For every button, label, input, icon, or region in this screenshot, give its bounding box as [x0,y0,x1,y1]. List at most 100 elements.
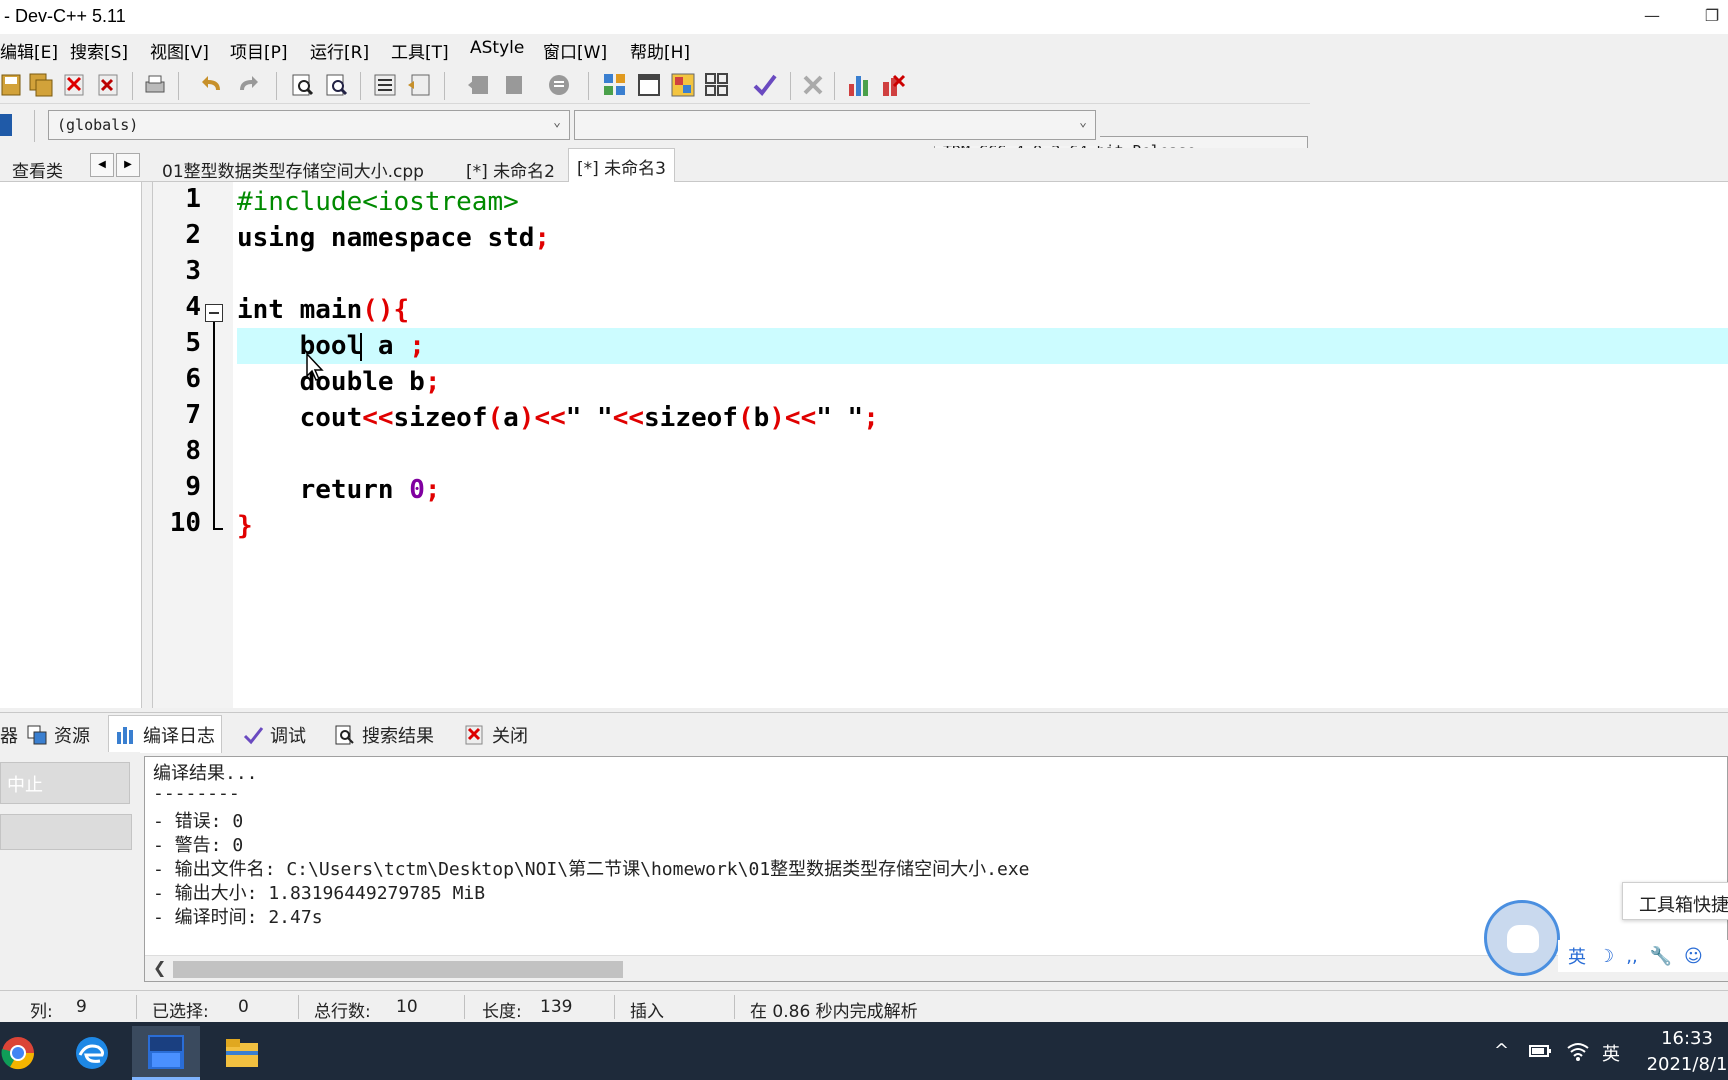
rebuild-icon[interactable] [704,72,730,98]
editor-tabs: 查看类 ◀ ▶ 01整型数据类型存储空间大小.cpp [*] 未命名2 [*] … [0,148,1728,183]
code-symbol: << [784,403,817,433]
menu-view[interactable]: 视图[V] [150,38,209,63]
close-file-icon[interactable] [62,72,88,98]
menu-search[interactable]: 搜索[S] [70,38,128,63]
tab-file-2[interactable]: [*] 未命名2 [458,152,563,182]
tab-compile-log[interactable]: 编译日志 [108,715,222,753]
code-line-7: cout<<sizeof(a)<<" "<<sizeof(b)<<" "; [237,400,1728,436]
class-toolbar: (globals) ⌄ ⌄ [0,106,1100,146]
ime-language-icon[interactable]: 英 [1568,943,1586,969]
profile-icon[interactable] [846,72,872,98]
line-number-gutter: 1 2 3 4 5 6 7 8 9 10 [153,182,233,708]
stop-icon[interactable] [800,72,826,98]
code-symbol: << [534,403,566,433]
fold-collapse-icon[interactable] [205,304,223,322]
status-lines-label: 总行数: [314,1002,371,1022]
member-select[interactable]: ⌄ [574,110,1096,140]
scope-select[interactable]: (globals) ⌄ [48,110,570,140]
back-icon[interactable] [466,72,492,98]
menu-astyle[interactable]: AStyle [470,38,524,58]
menu-tools[interactable]: 工具[T] [391,38,449,63]
code-text: a [362,331,410,361]
code-editor[interactable]: 1 2 3 4 5 6 7 8 9 10 #include<iostream> … [152,182,1728,708]
undo-icon[interactable] [200,72,226,98]
code-text: bool [237,331,363,361]
log-line: 编译结果... [153,763,258,784]
ime-moon-icon[interactable]: ☽ [1598,946,1614,967]
line-number: 2 [185,220,201,250]
bookmark-icon[interactable] [546,72,572,98]
chrome-app-icon[interactable] [0,1026,52,1080]
tray-expand-icon[interactable]: ^ [1494,1040,1509,1061]
scrollbar-thumb[interactable] [173,961,623,978]
tab-debug[interactable]: 调试 [236,719,312,751]
code-line-10: } [237,508,1728,544]
ime-tray-indicator[interactable]: 英 [1602,1040,1620,1066]
tab-search-results[interactable]: 搜索结果 [328,719,440,751]
code-symbol: (){ [362,295,410,325]
code-line-6: double b; [237,364,1728,400]
menu-window[interactable]: 窗口[W] [543,38,607,63]
restore-button[interactable]: ❐ [1700,4,1724,28]
blank-button[interactable] [0,814,132,850]
save-icon[interactable] [0,72,26,98]
tab-scroll-left-button[interactable]: ◀ [90,153,114,177]
find-icon[interactable] [290,72,316,98]
unindent-icon[interactable] [406,72,432,98]
preprocessor-text: #include<iostream> [237,187,519,217]
save-all-icon[interactable] [28,72,54,98]
tab-scroll-right-button[interactable]: ▶ [116,153,140,177]
ime-wrench-icon[interactable]: 🔧 [1650,946,1672,967]
tab-class-view[interactable]: 查看类 [4,152,71,182]
compile-log-controls: 中止 [0,752,140,984]
close-all-icon[interactable] [96,72,122,98]
edge-app-icon[interactable] [58,1026,126,1080]
menu-help[interactable]: 帮助[H] [630,38,690,63]
ime-punctuation-icon[interactable]: ‚‚ [1626,946,1637,967]
code-number: 0 [409,475,425,505]
class-browser-icon[interactable] [0,114,14,138]
menu-edit[interactable]: 编辑[E] [0,38,58,63]
menu-run[interactable]: 运行[R] [310,38,369,63]
replace-icon[interactable] [324,72,350,98]
clock[interactable]: 16:33 2021/8/1 [1646,1026,1728,1078]
devcpp-app-icon[interactable] [132,1026,200,1080]
line-number: 4 [185,292,201,322]
code-symbol: ; [424,475,441,505]
tab-file-3[interactable]: [*] 未命名3 [568,148,675,183]
code-text: int main [237,295,363,325]
code-symbol: << [612,403,645,433]
indent-icon[interactable] [372,72,398,98]
bottom-panel-tabs: 器 资源 编译日志 调试 搜索结果 关闭 [0,712,1728,753]
battery-icon[interactable] [1528,1042,1552,1060]
menu-project[interactable]: 项目[P] [230,38,288,63]
wifi-icon[interactable] [1566,1040,1590,1062]
print-icon[interactable] [142,72,168,98]
compile-run-icon[interactable] [670,72,696,98]
code-line-9: return 0; [237,472,1728,508]
syntax-check-icon[interactable] [752,72,778,98]
line-number: 6 [185,364,201,394]
minimize-button[interactable]: — [1640,4,1664,28]
debug-check-icon [243,727,264,745]
window-title: - Dev-C++ 5.11 [4,6,126,26]
compile-icon[interactable] [602,72,628,98]
code-symbol: << [362,403,394,433]
ime-emoji-icon[interactable]: ☺ [1684,946,1703,967]
debug-icon[interactable] [880,72,906,98]
status-selected: 0 [238,997,249,1017]
redo-icon[interactable] [234,72,260,98]
run-icon[interactable] [636,72,662,98]
assistant-avatar[interactable] [1484,900,1560,976]
file-explorer-app-icon[interactable] [208,1026,276,1080]
tab-file-1[interactable]: 01整型数据类型存储空间大小.cpp [154,152,432,182]
abort-button[interactable]: 中止 [0,762,130,804]
tab-close[interactable]: 关闭 [458,719,534,751]
tab-label: 调试 [270,726,306,747]
menu-bar: 编辑[E] 搜索[S] 视图[V] 项目[P] 运行[R] 工具[T] ASty… [0,34,1728,64]
tab-resources[interactable]: 资源 [20,719,96,751]
forward-icon[interactable] [500,72,526,98]
scroll-left-icon[interactable]: ❮ [153,958,166,977]
code-text: return [237,475,410,505]
